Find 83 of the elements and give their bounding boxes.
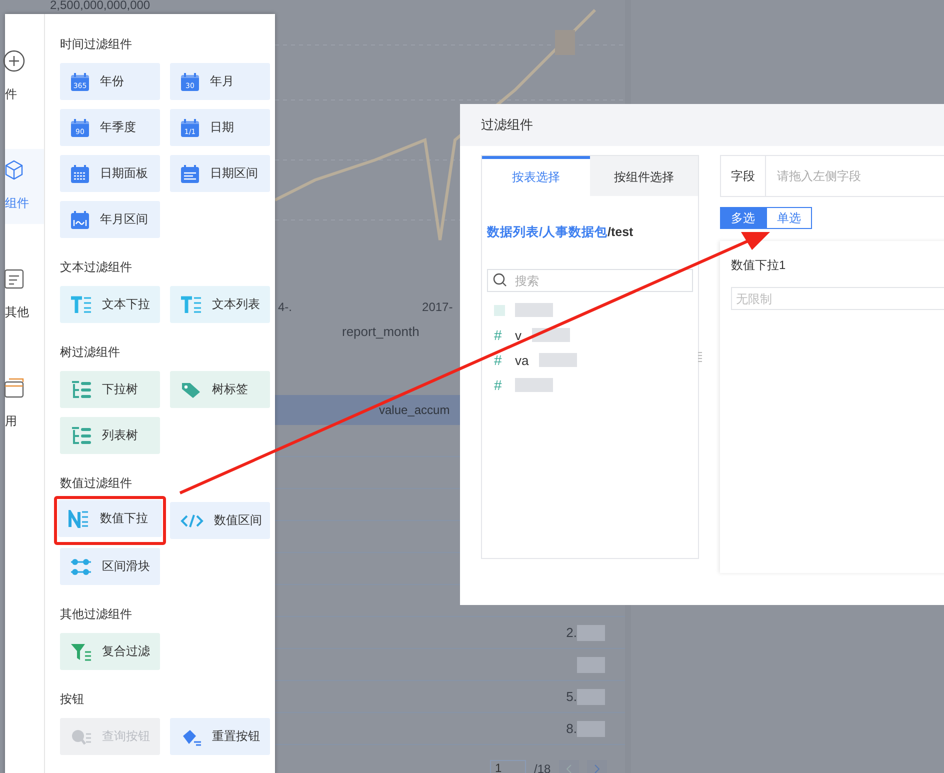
filter-item[interactable]: 复合过滤 xyxy=(60,633,160,670)
page-count: /18 xyxy=(534,762,551,773)
axis-label: 2017- xyxy=(422,300,453,314)
axis-value: 2,500,000,000,000 xyxy=(50,0,150,12)
filter-item[interactable]: 列表树 xyxy=(60,417,160,454)
sidebar-item[interactable]: 件 xyxy=(5,40,44,115)
table-cell: 8. xyxy=(566,721,577,736)
axis-title: report_month xyxy=(342,324,420,339)
filter-item[interactable]: 文本列表 xyxy=(170,286,270,323)
dialog-title: 过滤组件 xyxy=(481,116,533,134)
tree-icon xyxy=(70,426,92,444)
mode-toggle[interactable]: 单选 xyxy=(766,207,812,229)
resize-handle[interactable] xyxy=(698,352,702,364)
calendar-icon xyxy=(70,210,90,230)
tag-icon xyxy=(180,380,202,398)
sidebar-item[interactable]: 用 xyxy=(5,367,44,442)
text-list-icon xyxy=(180,296,202,314)
redaction-block xyxy=(577,720,605,736)
widget-title: 数值下拉1 xyxy=(731,257,787,274)
axis-label: 4-. xyxy=(278,300,292,314)
redaction-block xyxy=(538,353,577,367)
calendar-icon xyxy=(180,164,200,184)
filter-item[interactable]: 数值下拉 xyxy=(58,500,162,537)
field-label: 字段 xyxy=(721,156,766,196)
redaction-block xyxy=(515,303,553,317)
slider-icon xyxy=(70,558,92,576)
chevron-right-icon xyxy=(592,764,601,773)
cube-icon xyxy=(3,159,25,181)
filter-item[interactable]: 重置按钮 xyxy=(170,718,270,755)
field-name[interactable]: va xyxy=(515,352,529,368)
search-field[interactable]: 搜索 xyxy=(487,269,693,292)
number-field-icon: # xyxy=(494,327,505,343)
section-title: 树过滤组件 xyxy=(60,344,121,361)
table-cell: 5. xyxy=(566,689,577,704)
dropdown-field[interactable]: 无限制 xyxy=(731,287,944,310)
section-title: 时间过滤组件 xyxy=(60,36,133,53)
page-input[interactable]: 1 xyxy=(490,760,526,773)
column-header: value_accum xyxy=(379,403,450,417)
window-icon xyxy=(3,377,25,399)
section-title: 文本过滤组件 xyxy=(60,259,133,276)
table-icon xyxy=(494,304,505,316)
add-icon xyxy=(3,50,25,72)
field-name[interactable]: v xyxy=(515,328,522,342)
mode-toggle[interactable]: 多选 xyxy=(720,207,766,229)
document-icon xyxy=(3,268,25,290)
chevron-left-icon xyxy=(564,764,573,773)
search-icon xyxy=(70,728,92,746)
breadcrumb: 数据列表/人事数据包/test xyxy=(487,224,634,241)
number-field-icon: # xyxy=(494,352,505,368)
filter-item[interactable]: 树标签 xyxy=(170,371,270,408)
tab[interactable]: 按组件选择 xyxy=(590,156,698,196)
table-cell: 2. xyxy=(566,625,577,640)
section-title: 数值过滤组件 xyxy=(60,475,133,492)
filter-item[interactable]: 文本下拉 xyxy=(60,286,160,323)
filter-item[interactable]: 年月区间 xyxy=(60,201,160,238)
search-icon xyxy=(493,273,507,287)
sidebar-label: 件 xyxy=(5,86,17,103)
redaction-block xyxy=(577,656,605,672)
code-icon xyxy=(180,512,204,528)
drop-zone-hint: 请拖入左侧字段 xyxy=(776,168,861,184)
prev-page-button[interactable] xyxy=(558,760,579,773)
redaction-block xyxy=(577,688,605,704)
sidebar-item[interactable]: 组件 xyxy=(5,149,44,224)
calendar-icon xyxy=(70,164,90,184)
filter-item[interactable]: 区间滑块 xyxy=(60,548,160,585)
filter-item[interactable]: 下拉树 xyxy=(60,371,160,408)
sidebar-label: 其他 xyxy=(5,304,29,321)
text-list-icon xyxy=(70,296,92,314)
sidebar-label: 组件 xyxy=(5,195,29,212)
redaction-block xyxy=(515,378,553,392)
filter-item[interactable]: 日期区间 xyxy=(170,155,270,192)
next-page-button[interactable] xyxy=(586,760,607,773)
number-field-icon: # xyxy=(494,377,505,393)
sidebar-label: 用 xyxy=(5,413,17,430)
funnel-icon xyxy=(70,642,92,660)
number-list-icon xyxy=(68,510,90,528)
section-title: 其他过滤组件 xyxy=(60,606,133,623)
tree-icon xyxy=(70,380,92,398)
sidebar-item[interactable]: 其他 xyxy=(5,258,44,333)
section-title: 按钮 xyxy=(60,691,85,708)
filter-item[interactable]: 数值区间 xyxy=(170,502,270,539)
filter-item[interactable]: 日期面板 xyxy=(60,155,160,192)
redaction-block xyxy=(577,624,605,640)
